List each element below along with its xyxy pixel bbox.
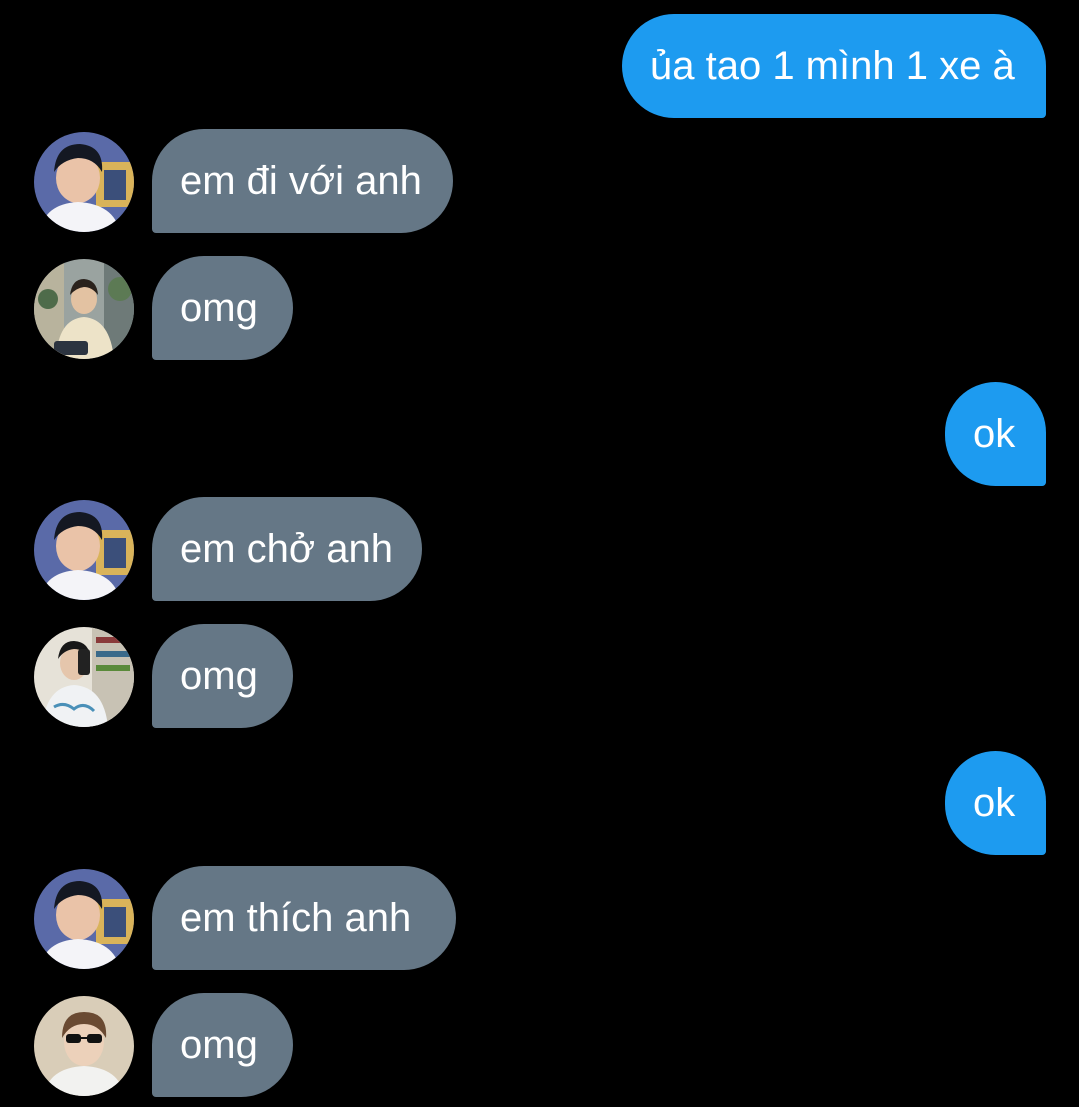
message-text: ủa tao 1 mình 1 xe à [650, 43, 1015, 88]
avatar-user-a[interactable] [34, 500, 134, 600]
message-text: em thích anh [180, 895, 412, 940]
message-text: em đi với anh [180, 158, 422, 203]
message-text: em chở anh [180, 526, 394, 571]
avatar-user-d[interactable] [34, 996, 134, 1096]
incoming-message-bubble[interactable]: omg [152, 993, 293, 1097]
avatar-user-a[interactable] [34, 869, 134, 969]
message-text: ok [973, 411, 1016, 456]
message-text: omg [180, 653, 258, 698]
incoming-message-bubble[interactable]: em thích anh [152, 866, 456, 970]
avatar-user-c[interactable] [34, 627, 134, 727]
message-text: omg [180, 285, 258, 330]
incoming-message-bubble[interactable]: omg [152, 624, 293, 728]
avatar-user-a[interactable] [34, 132, 134, 232]
outgoing-message-bubble[interactable]: ủa tao 1 mình 1 xe à [622, 14, 1046, 118]
incoming-message-bubble[interactable]: em chở anh [152, 497, 422, 601]
incoming-message-bubble[interactable]: em đi với anh [152, 129, 453, 233]
message-text: ok [973, 780, 1016, 825]
avatar-user-b[interactable] [34, 259, 134, 359]
outgoing-message-bubble[interactable]: ok [945, 751, 1046, 855]
chat-thread: ủa tao 1 mình 1 xe à em đi với anh omg o… [0, 0, 1079, 1107]
message-text: omg [180, 1022, 258, 1067]
outgoing-message-bubble[interactable]: ok [945, 382, 1046, 486]
incoming-message-bubble[interactable]: omg [152, 256, 293, 360]
